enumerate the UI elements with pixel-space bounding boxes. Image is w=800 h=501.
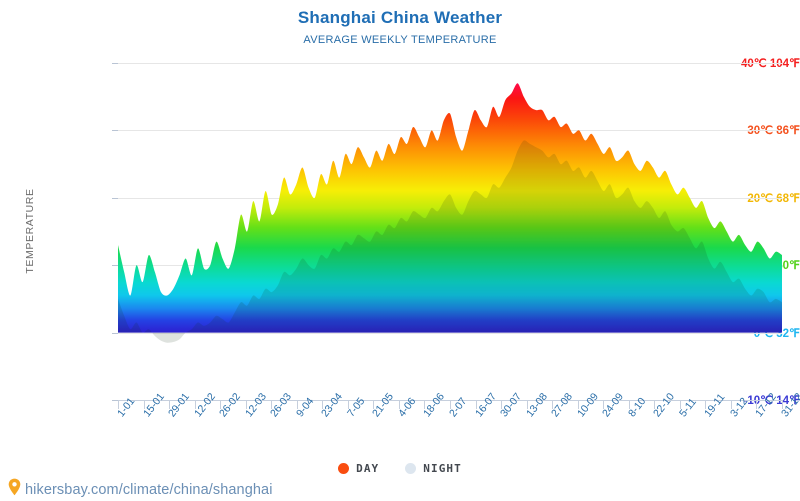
- weather-chart-page: Shanghai China Weather AVERAGE WEEKLY TE…: [0, 0, 800, 500]
- source-url: hikersbay.com/climate/china/shanghai: [25, 481, 273, 498]
- legend-item-day[interactable]: DAY: [338, 462, 379, 475]
- plot-area: [118, 63, 782, 401]
- y-axis-title: TEMPERATURE: [24, 188, 36, 274]
- temperature-area-chart: [118, 63, 782, 400]
- legend-item-night[interactable]: NIGHT: [405, 462, 462, 475]
- legend-label-night: NIGHT: [423, 462, 462, 475]
- map-pin-icon: [8, 478, 21, 501]
- night-color-swatch-icon: [405, 463, 417, 474]
- page-title: Shanghai China Weather: [297, 8, 503, 27]
- legend-label-day: DAY: [356, 462, 380, 475]
- chart-svg: [118, 83, 782, 343]
- chart-subtitle: AVERAGE WEEKLY TEMPERATURE: [303, 34, 497, 46]
- footer-source[interactable]: hikersbay.com/climate/china/shanghai: [8, 478, 273, 501]
- day-color-swatch-icon: [338, 463, 350, 474]
- chart-legend: DAY NIGHT: [0, 462, 800, 475]
